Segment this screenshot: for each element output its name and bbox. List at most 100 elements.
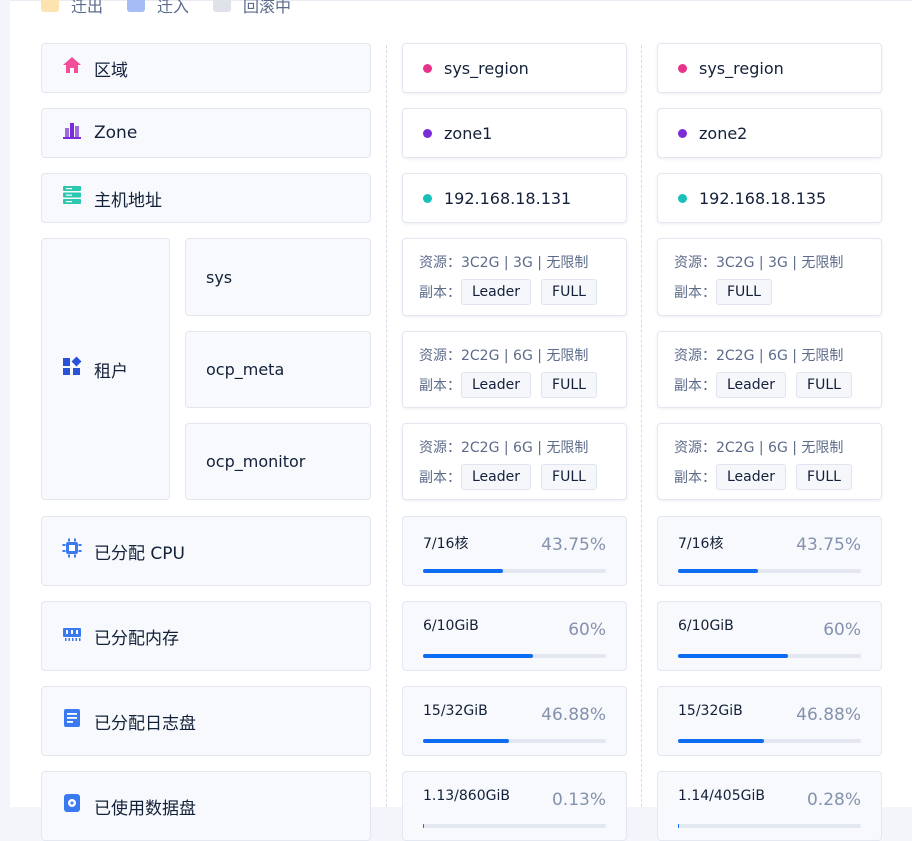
- legend-item-move-in: 迁入: [127, 0, 189, 17]
- usage-percent: 43.75%: [541, 535, 606, 555]
- resource-line: 资源：2C2G | 6G | 无限制: [419, 437, 588, 457]
- column-divider: [641, 45, 642, 807]
- row-label: 已分配内存: [94, 628, 179, 649]
- resource-label: 资源：: [419, 255, 461, 271]
- server1-tenant-ocp-meta-cell[interactable]: 资源：2C2G | 6G | 无限制 副本： Leader FULL: [402, 331, 627, 408]
- server1-host-cell: 192.168.18.131: [402, 173, 627, 223]
- server1-tenant-sys-cell[interactable]: 资源：3C2G | 3G | 无限制 副本： Leader FULL: [402, 238, 627, 316]
- replica-line: 副本： Leader FULL: [674, 464, 862, 490]
- legend: 迁出 迁入 回滚中: [41, 0, 315, 17]
- server2-log-disk-usage: 15/32GiB 46.88%: [657, 686, 882, 756]
- usage-bar-fill: [678, 824, 680, 828]
- replica-line: 副本： Leader FULL: [674, 372, 862, 398]
- server1-tenant-ocp-monitor-cell[interactable]: 资源：2C2G | 6G | 无限制 副本： Leader FULL: [402, 423, 627, 500]
- usage-percent: 0.13%: [551, 790, 606, 810]
- legend-item-rollback: 回滚中: [213, 0, 291, 17]
- resource-label: 资源：: [419, 440, 461, 456]
- server2-tenant-sys-cell[interactable]: 资源：3C2G | 3G | 无限制 副本： FULL: [657, 238, 882, 316]
- resource-value: 2C2G | 6G | 无限制: [461, 348, 589, 364]
- row-header-data-disk: 已使用数据盘: [41, 771, 371, 841]
- row-label: 已使用数据盘: [94, 798, 196, 819]
- row-label: Zone: [94, 123, 138, 143]
- usage-percent: 60%: [568, 620, 606, 640]
- zone-value: zone2: [699, 123, 748, 143]
- replica-label: 副本：: [674, 378, 716, 394]
- usage-value: 6/10GiB: [678, 618, 734, 634]
- row-header-memory: 已分配内存: [41, 601, 371, 671]
- usage-bar-fill: [423, 569, 504, 573]
- usage-bar-fill: [423, 654, 533, 658]
- server2-tenant-ocp-meta-cell[interactable]: 资源：2C2G | 6G | 无限制 副本： Leader FULL: [657, 331, 882, 408]
- usage-percent: 60%: [823, 620, 861, 640]
- zone-dot: [423, 128, 432, 138]
- tenant-name-sys[interactable]: sys: [185, 238, 371, 316]
- host-dot: [423, 193, 432, 203]
- server2-host-cell: 192.168.18.135: [657, 173, 882, 223]
- tenant-name-label: sys: [206, 267, 233, 287]
- resource-line: 资源：2C2G | 6G | 无限制: [674, 437, 843, 457]
- usage-bar-fill: [678, 654, 788, 658]
- region-dot: [423, 63, 432, 73]
- region-value: sys_region: [444, 58, 529, 78]
- usage-value: 6/10GiB: [423, 618, 479, 634]
- replica-line: 副本： Leader FULL: [419, 372, 607, 398]
- usage-bar-fill: [423, 739, 509, 743]
- usage-percent: 0.28%: [806, 790, 861, 810]
- region-dot: [678, 63, 687, 73]
- usage-percent: 43.75%: [796, 535, 861, 555]
- resource-value: 2C2G | 6G | 无限制: [716, 440, 844, 456]
- replica-tag-full: FULL: [796, 372, 852, 398]
- replica-tag-leader: Leader: [716, 464, 787, 490]
- row-header-log-disk: 已分配日志盘: [41, 686, 371, 756]
- host-dot: [678, 193, 687, 203]
- usage-bar-fill: [678, 569, 759, 573]
- server2-tenant-ocp-monitor-cell[interactable]: 资源：2C2G | 6G | 无限制 副本： Leader FULL: [657, 423, 882, 500]
- replica-line: 副本： Leader FULL: [419, 279, 607, 305]
- tenant-name-ocp-monitor[interactable]: ocp_monitor: [185, 423, 371, 500]
- usage-percent: 46.88%: [541, 705, 606, 725]
- zone-value: zone1: [444, 123, 493, 143]
- legend-label: 回滚中: [243, 0, 292, 16]
- server2-zone-cell: zone2: [657, 108, 882, 158]
- host-value: 192.168.18.135: [699, 188, 827, 208]
- usage-bar-track: [423, 824, 606, 828]
- replica-tag-leader: Leader: [461, 372, 532, 398]
- row-header-zone: Zone: [41, 108, 371, 158]
- replica-tag-leader: Leader: [716, 372, 787, 398]
- resource-value: 3C2G | 3G | 无限制: [716, 255, 844, 271]
- usage-value: 1.13/860GiB: [423, 788, 510, 804]
- disk-icon: [62, 793, 82, 813]
- tenant-name-label: ocp_meta: [206, 360, 285, 379]
- usage-bar-track: [678, 654, 861, 658]
- usage-bar-fill: [678, 739, 764, 743]
- resource-line: 资源：2C2G | 6G | 无限制: [419, 345, 588, 365]
- replica-tag-leader: Leader: [461, 464, 532, 490]
- resource-value: 2C2G | 6G | 无限制: [716, 348, 844, 364]
- usage-percent: 46.88%: [796, 705, 861, 725]
- replica-tag-full: FULL: [541, 464, 597, 490]
- home-icon: [62, 55, 82, 75]
- replica-tag-full: FULL: [541, 279, 597, 305]
- cpu-chip-icon: [62, 538, 82, 558]
- bar-chart-icon: [62, 120, 82, 140]
- replica-label: 副本：: [674, 470, 716, 486]
- resource-label: 资源：: [674, 440, 716, 456]
- replica-label: 副本：: [419, 285, 461, 301]
- legend-label: 迁入: [157, 0, 190, 16]
- row-label: 租户: [94, 361, 128, 382]
- row-header-host: 主机地址: [41, 173, 371, 223]
- server-compare-panel: 迁出 迁入 回滚中 区域 Zone 主机地址 租户 sys ocp_meta o…: [10, 0, 912, 841]
- tenant-name-ocp-meta[interactable]: ocp_meta: [185, 331, 371, 408]
- row-header-cpu: 已分配 CPU: [41, 516, 371, 586]
- grid-icon: [62, 356, 82, 376]
- server1-region-cell: sys_region: [402, 43, 627, 93]
- usage-value: 1.14/405GiB: [678, 788, 765, 804]
- resource-label: 资源：: [674, 255, 716, 271]
- replica-tag-full: FULL: [716, 279, 772, 305]
- resource-value: 2C2G | 6G | 无限制: [461, 440, 589, 456]
- usage-value: 15/32GiB: [678, 703, 743, 719]
- server1-zone-cell: zone1: [402, 108, 627, 158]
- usage-bar-track: [678, 824, 861, 828]
- server-icon: [62, 185, 82, 205]
- server1-cpu-usage: 7/16核 43.75%: [402, 516, 627, 586]
